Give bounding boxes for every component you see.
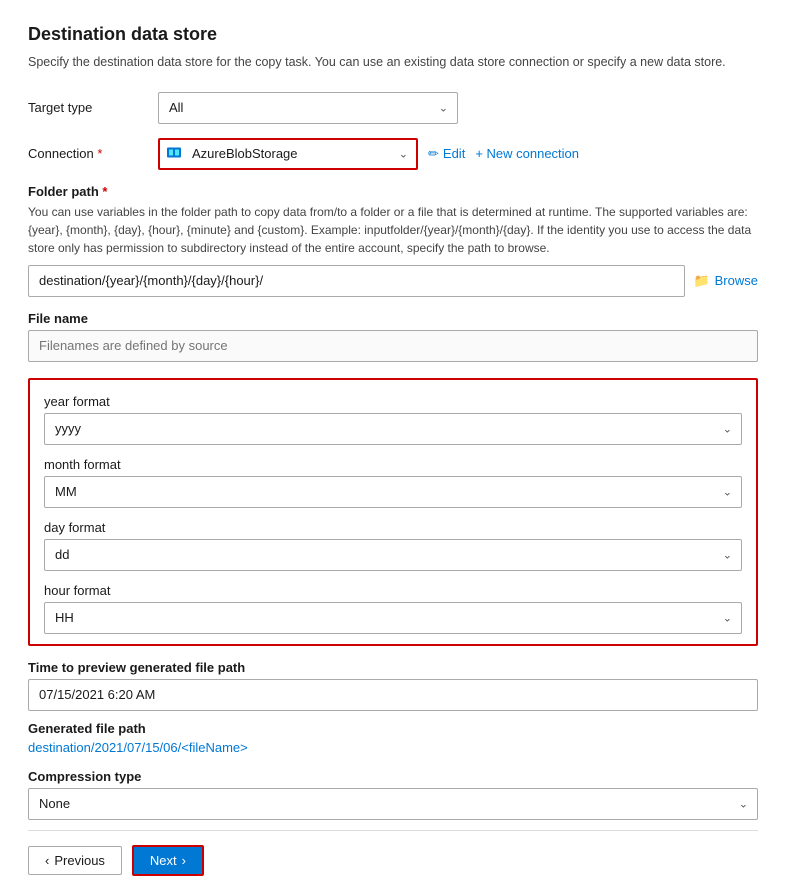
year-format-select-wrapper: yyyy yy ⌄ xyxy=(44,413,742,445)
hour-format-row: hour format HH H ⌄ xyxy=(44,583,742,634)
day-format-row: day format dd d ⌄ xyxy=(44,520,742,571)
generated-path-label: Generated file path xyxy=(28,721,758,736)
month-format-row: month format MM M ⌄ xyxy=(44,457,742,508)
browse-icon: 📁 xyxy=(693,273,709,289)
previous-button[interactable]: ‹ Previous xyxy=(28,846,122,875)
time-preview-section: Time to preview generated file path xyxy=(28,660,758,721)
file-name-section: File name xyxy=(28,311,758,378)
connection-row: Connection * AzureBlobStorage ⌄ ✏ Edit xyxy=(28,138,758,170)
compression-select-wrapper: None gzip bzip2 deflate ZipDeflate snapp… xyxy=(28,788,758,820)
pencil-icon: ✏ xyxy=(428,146,439,162)
connection-label: Connection * xyxy=(28,146,158,161)
year-format-row: year format yyyy yy ⌄ xyxy=(44,394,742,445)
connection-select[interactable]: AzureBlobStorage xyxy=(158,138,418,170)
connection-wrapper: AzureBlobStorage ⌄ ✏ Edit + New connecti… xyxy=(158,138,758,170)
folder-path-section: Folder path * You can use variables in t… xyxy=(28,184,758,297)
target-type-label: Target type xyxy=(28,100,158,115)
month-format-label: month format xyxy=(44,457,742,472)
connection-dropdown: AzureBlobStorage ⌄ xyxy=(158,138,418,170)
panel-title: Destination data store xyxy=(28,24,758,45)
new-connection-link[interactable]: + New connection xyxy=(475,146,579,161)
folder-path-label: Folder path * xyxy=(28,184,758,199)
target-type-select-wrapper: All ⌄ xyxy=(158,92,458,124)
day-format-select-wrapper: dd d ⌄ xyxy=(44,539,742,571)
edit-link[interactable]: ✏ Edit xyxy=(428,146,465,162)
target-type-select[interactable]: All xyxy=(158,92,458,124)
hour-format-select-wrapper: HH H ⌄ xyxy=(44,602,742,634)
format-box: year format yyyy yy ⌄ month format MM M … xyxy=(28,378,758,646)
next-button[interactable]: Next › xyxy=(132,845,204,876)
month-format-select-wrapper: MM M ⌄ xyxy=(44,476,742,508)
folder-path-row: 📁 Browse xyxy=(28,265,758,297)
next-arrow-icon: › xyxy=(182,853,186,868)
generated-path-section: Generated file path destination/2021/07/… xyxy=(28,721,758,755)
generated-path-value: destination/2021/07/15/06/<fileName> xyxy=(28,740,758,755)
time-preview-label: Time to preview generated file path xyxy=(28,660,758,675)
time-preview-input[interactable] xyxy=(28,679,758,711)
day-format-select[interactable]: dd d xyxy=(44,539,742,571)
day-format-label: day format xyxy=(44,520,742,535)
hour-format-select[interactable]: HH H xyxy=(44,602,742,634)
folder-path-desc: You can use variables in the folder path… xyxy=(28,203,758,257)
browse-button[interactable]: 📁 Browse xyxy=(693,273,758,289)
compression-select[interactable]: None gzip bzip2 deflate ZipDeflate snapp… xyxy=(28,788,758,820)
footer-bar: ‹ Previous Next › xyxy=(28,830,758,876)
year-format-select[interactable]: yyyy yy xyxy=(44,413,742,445)
panel-description: Specify the destination data store for t… xyxy=(28,53,758,72)
hour-format-label: hour format xyxy=(44,583,742,598)
prev-arrow-icon: ‹ xyxy=(45,853,49,868)
file-name-input[interactable] xyxy=(28,330,758,362)
compression-section: Compression type None gzip bzip2 deflate… xyxy=(28,769,758,820)
month-format-select[interactable]: MM M xyxy=(44,476,742,508)
year-format-label: year format xyxy=(44,394,742,409)
target-type-row: Target type All ⌄ xyxy=(28,92,758,124)
folder-path-input[interactable] xyxy=(28,265,685,297)
compression-label: Compression type xyxy=(28,769,758,784)
destination-data-store-panel: Destination data store Specify the desti… xyxy=(0,0,786,896)
file-name-label: File name xyxy=(28,311,758,326)
